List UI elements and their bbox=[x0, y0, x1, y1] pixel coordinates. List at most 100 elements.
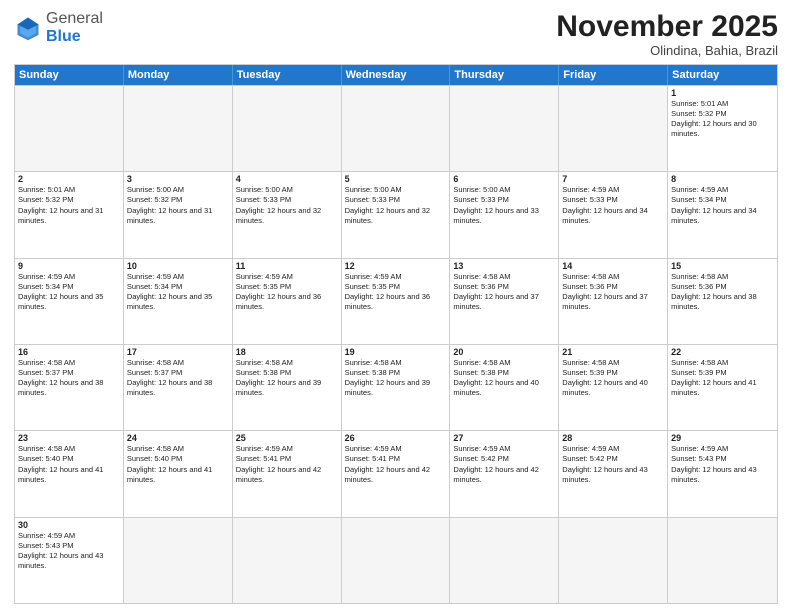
day-number: 24 bbox=[127, 433, 229, 443]
day-number: 15 bbox=[671, 261, 774, 271]
calendar-row-4: 23Sunrise: 4:58 AMSunset: 5:40 PM Dayligh… bbox=[15, 430, 777, 516]
day-info: Sunrise: 5:00 AMSunset: 5:33 PMDaylight:… bbox=[236, 185, 338, 226]
day-cell-30: 30Sunrise: 4:59 AMSunset: 5:43 PMDayligh… bbox=[15, 518, 124, 603]
day-info: Sunrise: 5:00 AMSunset: 5:33 PMDaylight:… bbox=[345, 185, 447, 226]
day-number: 6 bbox=[453, 174, 555, 184]
day-info: Sunrise: 4:58 AMSunset: 5:38 PMDaylight:… bbox=[345, 358, 447, 399]
day-cell-21: 21Sunrise: 4:58 AMSunset: 5:39 PMDayligh… bbox=[559, 345, 668, 430]
day-info-line: Sunrise: 4:59 AM bbox=[562, 444, 619, 453]
empty-cell bbox=[233, 86, 342, 171]
day-number: 7 bbox=[562, 174, 664, 184]
day-info-line: Sunrise: 4:58 AM bbox=[18, 358, 75, 367]
day-cell-8: 8Sunrise: 4:59 AMSunset: 5:34 PMDaylight… bbox=[668, 172, 777, 257]
day-cell-28: 28Sunrise: 4:59 AMSunset: 5:42 PM Dayligh… bbox=[559, 431, 668, 516]
day-info: Sunrise: 4:59 AMSunset: 5:34 PMDaylight:… bbox=[671, 185, 774, 226]
location: Olindina, Bahia, Brazil bbox=[556, 43, 778, 58]
day-info-line: Sunrise: 4:59 AM bbox=[671, 444, 728, 453]
day-info-line: Sunrise: 4:59 AM bbox=[18, 272, 75, 281]
day-number: 5 bbox=[345, 174, 447, 184]
day-info-line: Sunrise: 5:00 AM bbox=[453, 185, 510, 194]
day-info-line: Sunset: 5:33 PM bbox=[453, 195, 508, 204]
day-info-line: Sunrise: 4:58 AM bbox=[562, 358, 619, 367]
day-info: Sunrise: 4:59 AMSunset: 5:33 PMDaylight:… bbox=[562, 185, 664, 226]
day-info-line: Sunset: 5:39 PM bbox=[671, 368, 726, 377]
day-info-line: Sunset: 5:35 PM bbox=[236, 282, 291, 291]
day-info-line: Sunrise: 4:58 AM bbox=[345, 358, 402, 367]
day-info-line: Sunrise: 4:59 AM bbox=[236, 272, 293, 281]
day-info-line: Sunset: 5:37 PM bbox=[18, 368, 73, 377]
empty-cell bbox=[233, 518, 342, 603]
logo-blue-text: Blue bbox=[46, 28, 81, 45]
day-cell-16: 16Sunrise: 4:58 AMSunset: 5:37 PMDayligh… bbox=[15, 345, 124, 430]
day-info: Sunrise: 4:59 AMSunset: 5:35 PMDaylight:… bbox=[345, 272, 447, 313]
day-info-line: Sunset: 5:39 PM bbox=[562, 368, 617, 377]
day-cell-6: 6Sunrise: 5:00 AMSunset: 5:33 PMDaylight… bbox=[450, 172, 559, 257]
day-info-line: Daylight: 12 hours and 32 minutes. bbox=[236, 206, 321, 225]
day-info-line: Sunset: 5:35 PM bbox=[345, 282, 400, 291]
day-info-line: Sunrise: 4:58 AM bbox=[671, 358, 728, 367]
day-info-line: Sunset: 5:40 PM bbox=[18, 454, 73, 463]
day-number: 27 bbox=[453, 433, 555, 443]
empty-cell bbox=[124, 518, 233, 603]
calendar-header: SundayMondayTuesdayWednesdayThursdayFrid… bbox=[15, 65, 777, 85]
calendar-row-0: 1Sunrise: 5:01 AMSunset: 5:32 PMDaylight… bbox=[15, 85, 777, 171]
day-number: 17 bbox=[127, 347, 229, 357]
day-number: 19 bbox=[345, 347, 447, 357]
day-cell-25: 25Sunrise: 4:59 AMSunset: 5:41 PMDayligh… bbox=[233, 431, 342, 516]
day-info-line: Daylight: 12 hours and 39 minutes. bbox=[236, 378, 321, 397]
day-info: Sunrise: 4:58 AMSunset: 5:39 PMDaylight:… bbox=[671, 358, 774, 399]
day-info: Sunrise: 4:59 AMSunset: 5:34 PMDaylight:… bbox=[127, 272, 229, 313]
day-number: 4 bbox=[236, 174, 338, 184]
day-info-line: Daylight: 12 hours and 40 minutes. bbox=[562, 378, 647, 397]
weekday-header-thursday: Thursday bbox=[450, 65, 559, 85]
day-cell-17: 17Sunrise: 4:58 AMSunset: 5:37 PMDayligh… bbox=[124, 345, 233, 430]
empty-cell bbox=[342, 518, 451, 603]
day-number: 2 bbox=[18, 174, 120, 184]
day-number: 23 bbox=[18, 433, 120, 443]
empty-cell bbox=[450, 86, 559, 171]
day-cell-3: 3Sunrise: 5:00 AMSunset: 5:32 PMDaylight… bbox=[124, 172, 233, 257]
day-cell-29: 29Sunrise: 4:59 AMSunset: 5:43 PM Dayligh… bbox=[668, 431, 777, 516]
day-info-line: Sunset: 5:42 PM bbox=[562, 454, 617, 463]
day-info-line: Daylight: 12 hours and 34 minutes. bbox=[671, 206, 756, 225]
empty-cell bbox=[559, 86, 668, 171]
day-number: 13 bbox=[453, 261, 555, 271]
day-info: Sunrise: 4:59 AMSunset: 5:41 PMDaylight:… bbox=[345, 444, 447, 485]
day-info-line: Sunrise: 4:58 AM bbox=[453, 358, 510, 367]
day-info-line: Daylight: 12 hours and 41 minutes. bbox=[127, 465, 212, 484]
day-info: Sunrise: 4:59 AMSunset: 5:43 PM Daylight:… bbox=[671, 444, 774, 485]
day-info-line: Sunrise: 5:01 AM bbox=[671, 99, 728, 108]
day-number: 18 bbox=[236, 347, 338, 357]
title-block: November 2025 Olindina, Bahia, Brazil bbox=[556, 10, 778, 58]
calendar-row-3: 16Sunrise: 4:58 AMSunset: 5:37 PMDayligh… bbox=[15, 344, 777, 430]
day-info-line: Sunrise: 4:58 AM bbox=[18, 444, 75, 453]
day-info-line: Daylight: 12 hours and 43 minutes. bbox=[562, 465, 647, 484]
day-cell-23: 23Sunrise: 4:58 AMSunset: 5:40 PMDayligh… bbox=[15, 431, 124, 516]
day-info-line: Daylight: 12 hours and 38 minutes. bbox=[671, 292, 756, 311]
day-info: Sunrise: 4:59 AMSunset: 5:35 PMDaylight:… bbox=[236, 272, 338, 313]
day-cell-22: 22Sunrise: 4:58 AMSunset: 5:39 PMDayligh… bbox=[668, 345, 777, 430]
day-info: Sunrise: 4:58 AMSunset: 5:37 PMDaylight:… bbox=[18, 358, 120, 399]
day-cell-2: 2Sunrise: 5:01 AMSunset: 5:32 PMDaylight… bbox=[15, 172, 124, 257]
day-info-line: Sunset: 5:36 PM bbox=[453, 282, 508, 291]
day-info-line: Sunrise: 4:59 AM bbox=[562, 185, 619, 194]
empty-cell bbox=[450, 518, 559, 603]
day-info-line: Daylight: 12 hours and 36 minutes. bbox=[345, 292, 430, 311]
day-info-line: Daylight: 12 hours and 30 minutes. bbox=[671, 119, 756, 138]
empty-cell bbox=[15, 86, 124, 171]
calendar: SundayMondayTuesdayWednesdayThursdayFrid… bbox=[14, 64, 778, 604]
day-number: 10 bbox=[127, 261, 229, 271]
day-number: 28 bbox=[562, 433, 664, 443]
day-info-line: Sunrise: 4:59 AM bbox=[236, 444, 293, 453]
day-info-line: Daylight: 12 hours and 41 minutes. bbox=[671, 378, 756, 397]
day-info-line: Sunset: 5:43 PM bbox=[671, 454, 726, 463]
day-info-line: Sunset: 5:32 PM bbox=[18, 195, 73, 204]
weekday-header-saturday: Saturday bbox=[668, 65, 777, 85]
day-info-line: Sunset: 5:43 PM bbox=[18, 541, 73, 550]
day-number: 29 bbox=[671, 433, 774, 443]
day-info-line: Sunrise: 4:58 AM bbox=[127, 358, 184, 367]
day-cell-20: 20Sunrise: 4:58 AMSunset: 5:38 PMDayligh… bbox=[450, 345, 559, 430]
day-cell-26: 26Sunrise: 4:59 AMSunset: 5:41 PMDayligh… bbox=[342, 431, 451, 516]
day-info-line: Sunset: 5:34 PM bbox=[671, 195, 726, 204]
day-info-line: Daylight: 12 hours and 43 minutes. bbox=[671, 465, 756, 484]
